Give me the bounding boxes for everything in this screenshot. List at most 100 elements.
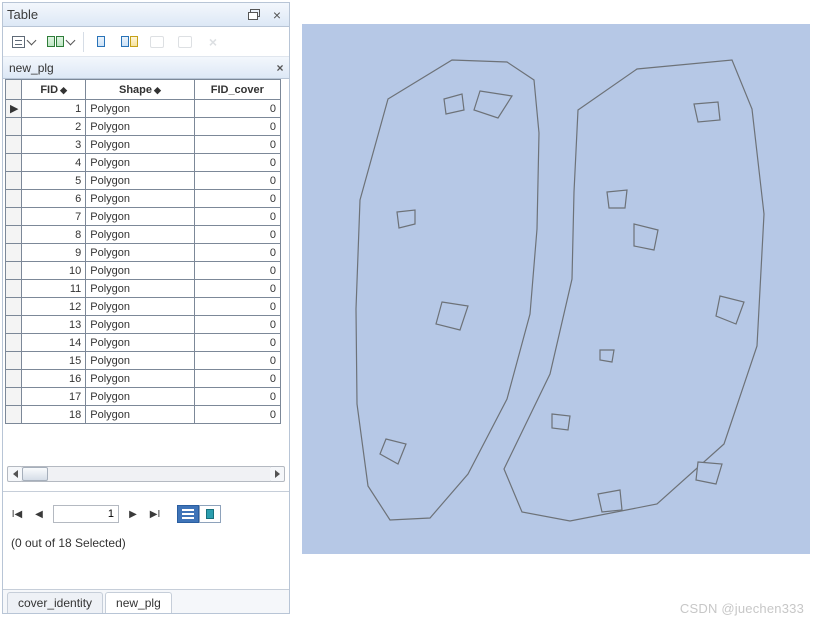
cell-shape[interactable]: Polygon <box>86 100 194 118</box>
column-header-shape[interactable]: Shape◆ <box>86 80 194 100</box>
cell-fid[interactable]: 15 <box>22 352 86 370</box>
row-header-cell[interactable] <box>6 154 22 172</box>
cell-fid[interactable]: 12 <box>22 298 86 316</box>
cell-fidcover[interactable]: 0 <box>194 172 280 190</box>
cell-fidcover[interactable]: 0 <box>194 280 280 298</box>
cell-shape[interactable]: Polygon <box>86 118 194 136</box>
table-row[interactable]: 15Polygon0 <box>6 352 281 370</box>
cell-fidcover[interactable]: 0 <box>194 352 280 370</box>
row-header-cell[interactable] <box>6 280 22 298</box>
cell-fid[interactable]: 11 <box>22 280 86 298</box>
table-row[interactable]: 18Polygon0 <box>6 406 281 424</box>
table-row[interactable]: 14Polygon0 <box>6 334 281 352</box>
previous-record-button[interactable]: ◀ <box>31 506 47 522</box>
table-row[interactable]: 12Polygon0 <box>6 298 281 316</box>
row-header-cell[interactable] <box>6 298 22 316</box>
table-horizontal-scrollbar[interactable] <box>7 465 285 483</box>
cell-shape[interactable]: Polygon <box>86 154 194 172</box>
tab-cover-identity[interactable]: cover_identity <box>7 592 103 613</box>
cell-fidcover[interactable]: 0 <box>194 406 280 424</box>
cell-fid[interactable]: 9 <box>22 244 86 262</box>
cell-shape[interactable]: Polygon <box>86 280 194 298</box>
cell-fidcover[interactable]: 0 <box>194 370 280 388</box>
related-tables-menu[interactable] <box>44 31 77 53</box>
table-row[interactable]: 11Polygon0 <box>6 280 281 298</box>
row-header-cell[interactable] <box>6 190 22 208</box>
cell-fid[interactable]: 6 <box>22 190 86 208</box>
cell-shape[interactable]: Polygon <box>86 352 194 370</box>
row-header-cell[interactable] <box>6 136 22 154</box>
cell-fid[interactable]: 10 <box>22 262 86 280</box>
cell-fidcover[interactable]: 0 <box>194 208 280 226</box>
cell-fidcover[interactable]: 0 <box>194 100 280 118</box>
cell-fid[interactable]: 2 <box>22 118 86 136</box>
cell-fid[interactable]: 17 <box>22 388 86 406</box>
table-options-menu[interactable] <box>9 31 38 53</box>
cell-fid[interactable]: 3 <box>22 136 86 154</box>
next-record-button[interactable]: ▶ <box>125 506 141 522</box>
tab-new-plg[interactable]: new_plg <box>105 592 172 613</box>
cell-fid[interactable]: 1 <box>22 100 86 118</box>
cell-fid[interactable]: 13 <box>22 316 86 334</box>
map-canvas[interactable] <box>302 24 810 554</box>
cell-fidcover[interactable]: 0 <box>194 154 280 172</box>
show-selected-records-button[interactable] <box>199 505 221 523</box>
row-header-cell[interactable] <box>6 334 22 352</box>
cell-fid[interactable]: 5 <box>22 172 86 190</box>
cell-fidcover[interactable]: 0 <box>194 136 280 154</box>
show-all-records-button[interactable] <box>177 505 199 523</box>
cell-fidcover[interactable]: 0 <box>194 262 280 280</box>
row-header-cell[interactable] <box>6 406 22 424</box>
cell-shape[interactable]: Polygon <box>86 334 194 352</box>
scroll-track[interactable] <box>22 466 270 482</box>
cell-shape[interactable]: Polygon <box>86 406 194 424</box>
row-header-cell[interactable] <box>6 226 22 244</box>
cell-shape[interactable]: Polygon <box>86 388 194 406</box>
close-layer-icon[interactable]: × <box>271 61 289 75</box>
cell-shape[interactable]: Polygon <box>86 136 194 154</box>
cell-shape[interactable]: Polygon <box>86 172 194 190</box>
scroll-thumb[interactable] <box>22 467 48 481</box>
table-row[interactable]: ▶1Polygon0 <box>6 100 281 118</box>
column-header-fid[interactable]: FID◆ <box>22 80 86 100</box>
table-row[interactable]: 16Polygon0 <box>6 370 281 388</box>
table-row[interactable]: 7Polygon0 <box>6 208 281 226</box>
cell-fid[interactable]: 4 <box>22 154 86 172</box>
cell-fidcover[interactable]: 0 <box>194 244 280 262</box>
first-record-button[interactable]: I◀ <box>9 506 25 522</box>
select-by-attributes-button[interactable] <box>90 31 112 53</box>
table-row[interactable]: 4Polygon0 <box>6 154 281 172</box>
table-row[interactable]: 13Polygon0 <box>6 316 281 334</box>
cell-shape[interactable]: Polygon <box>86 244 194 262</box>
cell-shape[interactable]: Polygon <box>86 316 194 334</box>
scroll-right-button[interactable] <box>269 466 285 482</box>
cell-fid[interactable]: 18 <box>22 406 86 424</box>
row-header-cell[interactable] <box>6 208 22 226</box>
row-header-cell[interactable]: ▶ <box>6 100 22 118</box>
cell-fid[interactable]: 16 <box>22 370 86 388</box>
row-header-cell[interactable] <box>6 352 22 370</box>
table-row[interactable]: 10Polygon0 <box>6 262 281 280</box>
column-header-fidcover[interactable]: FID_cover <box>194 80 280 100</box>
row-header-cell[interactable] <box>6 370 22 388</box>
close-panel-icon[interactable]: × <box>269 8 285 22</box>
row-header-cell[interactable] <box>6 172 22 190</box>
cell-fidcover[interactable]: 0 <box>194 298 280 316</box>
cell-shape[interactable]: Polygon <box>86 298 194 316</box>
cell-fidcover[interactable]: 0 <box>194 388 280 406</box>
table-row[interactable]: 17Polygon0 <box>6 388 281 406</box>
restore-window-icon[interactable] <box>247 8 263 22</box>
cell-fidcover[interactable]: 0 <box>194 190 280 208</box>
cell-shape[interactable]: Polygon <box>86 262 194 280</box>
cell-fidcover[interactable]: 0 <box>194 316 280 334</box>
table-row[interactable]: 8Polygon0 <box>6 226 281 244</box>
table-row[interactable]: 9Polygon0 <box>6 244 281 262</box>
cell-fidcover[interactable]: 0 <box>194 334 280 352</box>
table-row[interactable]: 2Polygon0 <box>6 118 281 136</box>
cell-fid[interactable]: 7 <box>22 208 86 226</box>
cell-shape[interactable]: Polygon <box>86 370 194 388</box>
row-header-cell[interactable] <box>6 262 22 280</box>
cell-fid[interactable]: 14 <box>22 334 86 352</box>
cell-shape[interactable]: Polygon <box>86 208 194 226</box>
row-header-cell[interactable] <box>6 316 22 334</box>
